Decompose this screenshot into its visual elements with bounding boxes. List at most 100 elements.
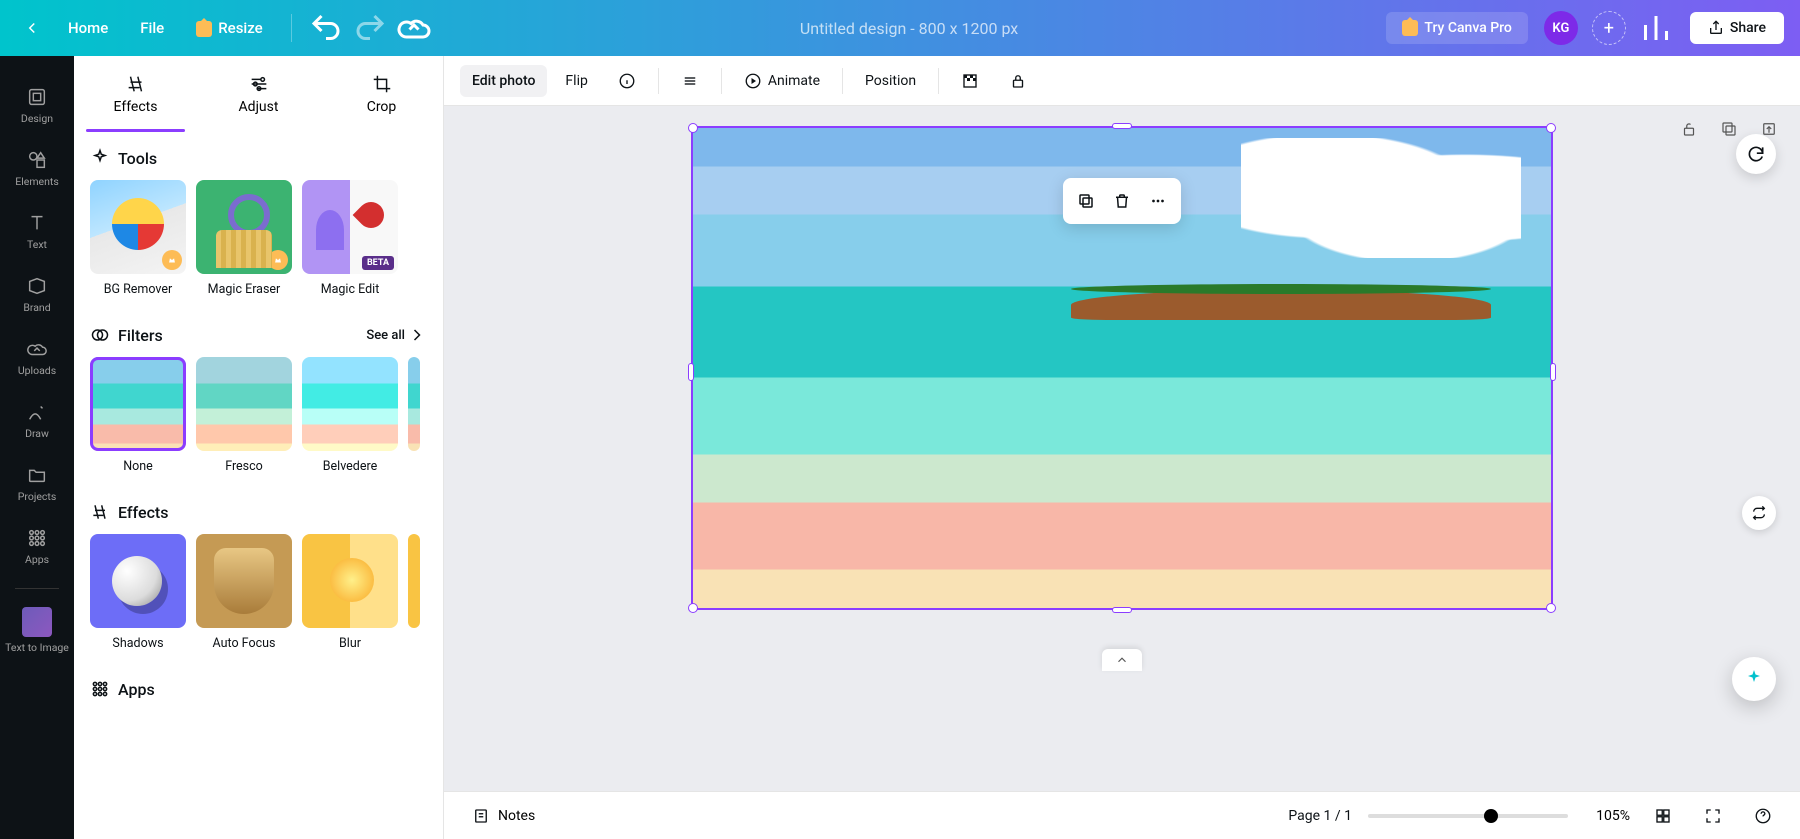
sync-side-button[interactable] xyxy=(1742,496,1776,530)
selected-image[interactable] xyxy=(691,126,1553,610)
effect-blur[interactable]: Blur xyxy=(302,534,398,651)
rail-apps[interactable]: Apps xyxy=(0,517,74,580)
tool-label: Magic Edit xyxy=(321,282,380,297)
canvas-area: Edit photo Flip Animate Position xyxy=(444,56,1800,839)
rail-text[interactable]: Text xyxy=(0,202,74,265)
position-button[interactable]: Position xyxy=(853,65,928,97)
page-collapse-handle[interactable] xyxy=(1102,649,1142,671)
tools-header: Tools xyxy=(90,148,427,168)
resize-menu[interactable]: Resize xyxy=(184,11,274,45)
image-clouds xyxy=(1241,138,1521,258)
rail-label: Text to Image xyxy=(5,641,69,654)
transparency-button[interactable] xyxy=(949,64,991,98)
sparkle-icon xyxy=(90,148,110,168)
share-button[interactable]: Share xyxy=(1690,12,1784,44)
effect-peek[interactable] xyxy=(408,534,420,651)
crown-icon xyxy=(196,21,212,37)
tool-magic-eraser[interactable]: Magic Eraser xyxy=(196,180,292,297)
filter-belvedere[interactable]: Belvedere xyxy=(302,357,398,474)
notes-button[interactable]: Notes xyxy=(464,801,543,831)
add-collaborator-button[interactable]: + xyxy=(1592,11,1626,45)
animate-button[interactable]: Animate xyxy=(732,64,832,98)
tab-adjust[interactable]: Adjust xyxy=(197,56,320,132)
user-avatar[interactable]: KG xyxy=(1544,11,1578,45)
bg-remover-thumb xyxy=(90,180,186,274)
see-all-label: See all xyxy=(366,328,405,343)
rail-label: Projects xyxy=(18,490,57,503)
resize-handle-tl[interactable] xyxy=(688,123,698,133)
undo-button[interactable] xyxy=(308,10,344,46)
tool-magic-edit[interactable]: BETA Magic Edit xyxy=(302,180,398,297)
tab-effects[interactable]: Effects xyxy=(74,56,197,132)
delete-element-button[interactable] xyxy=(1105,184,1139,218)
page-total: 1 xyxy=(1344,808,1352,824)
context-toolbar: Edit photo Flip Animate Position xyxy=(444,56,1800,106)
page-unlock-button[interactable] xyxy=(1674,114,1704,144)
regenerate-fab[interactable] xyxy=(1736,134,1776,174)
lock-button[interactable] xyxy=(997,64,1039,98)
insights-button[interactable] xyxy=(1638,10,1674,46)
rail-elements[interactable]: Elements xyxy=(0,139,74,202)
resize-handle-tm[interactable] xyxy=(1112,123,1132,129)
floating-context-menu xyxy=(1063,178,1181,224)
back-button[interactable] xyxy=(16,12,48,44)
side-panel: Effects Adjust Crop Tools BG Remover Mag… xyxy=(74,56,444,839)
rail-draw[interactable]: Draw xyxy=(0,391,74,454)
filter-none[interactable]: None xyxy=(90,357,186,474)
rail-text-to-image[interactable]: Text to Image xyxy=(0,597,74,668)
cloud-sync-button[interactable] xyxy=(396,10,432,46)
share-label: Share xyxy=(1730,20,1766,36)
more-element-button[interactable] xyxy=(1141,184,1175,218)
effect-thumb xyxy=(302,534,398,628)
page-duplicate-button[interactable] xyxy=(1714,114,1744,144)
flip-button[interactable]: Flip xyxy=(553,65,599,97)
edit-photo-button[interactable]: Edit photo xyxy=(460,65,547,97)
file-menu[interactable]: File xyxy=(128,11,176,45)
filter-thumb xyxy=(302,357,398,451)
grid-view-button[interactable] xyxy=(1646,799,1680,833)
zoom-value[interactable]: 105% xyxy=(1584,808,1630,824)
canvas-viewport[interactable] xyxy=(444,106,1800,791)
effect-thumb xyxy=(196,534,292,628)
resize-handle-mr[interactable] xyxy=(1550,363,1556,381)
tools-row: BG Remover Magic Eraser BETA Magic Edit xyxy=(90,180,427,297)
zoom-slider[interactable] xyxy=(1368,814,1568,818)
page-indicator[interactable]: Page 1 / 1 xyxy=(1288,808,1352,824)
filter-fresco[interactable]: Fresco xyxy=(196,357,292,474)
filter-peek[interactable] xyxy=(408,357,420,474)
rail-design[interactable]: Design xyxy=(0,76,74,139)
resize-handle-bm[interactable] xyxy=(1112,607,1132,613)
rail-label: Text xyxy=(27,238,47,251)
effect-label: Blur xyxy=(339,636,361,651)
home-menu[interactable]: Home xyxy=(56,11,120,45)
resize-handle-br[interactable] xyxy=(1546,603,1556,613)
canvas-page[interactable] xyxy=(691,126,1553,610)
info-button[interactable] xyxy=(606,64,648,98)
rail-projects[interactable]: Projects xyxy=(0,454,74,517)
tab-crop[interactable]: Crop xyxy=(320,56,443,132)
fx-icon xyxy=(90,502,110,522)
apps-header: Apps xyxy=(90,679,427,699)
list-style-button[interactable] xyxy=(669,64,711,98)
filters-see-all[interactable]: See all xyxy=(366,325,427,345)
rail-brand[interactable]: Brand xyxy=(0,265,74,328)
rail-uploads[interactable]: Uploads xyxy=(0,328,74,391)
try-pro-button[interactable]: Try Canva Pro xyxy=(1386,12,1527,44)
tool-bg-remover[interactable]: BG Remover xyxy=(90,180,186,297)
resize-handle-tr[interactable] xyxy=(1546,123,1556,133)
footer: Notes Page 1 / 1 105% xyxy=(444,791,1800,839)
ai-assistant-fab[interactable] xyxy=(1732,657,1776,701)
resize-handle-ml[interactable] xyxy=(688,363,694,381)
zoom-thumb[interactable] xyxy=(1484,809,1498,823)
filter-thumb xyxy=(90,357,186,451)
effect-shadows[interactable]: Shadows xyxy=(90,534,186,651)
redo-button[interactable] xyxy=(352,10,388,46)
panel-body: Tools BG Remover Magic Eraser BETA Magic… xyxy=(74,132,443,839)
resize-handle-bl[interactable] xyxy=(688,603,698,613)
design-title[interactable]: Untitled design - 800 x 1200 px xyxy=(440,19,1379,38)
filters-header: Filters See all xyxy=(90,325,427,345)
fullscreen-button[interactable] xyxy=(1696,799,1730,833)
duplicate-element-button[interactable] xyxy=(1069,184,1103,218)
help-button[interactable] xyxy=(1746,799,1780,833)
effect-auto-focus[interactable]: Auto Focus xyxy=(196,534,292,651)
